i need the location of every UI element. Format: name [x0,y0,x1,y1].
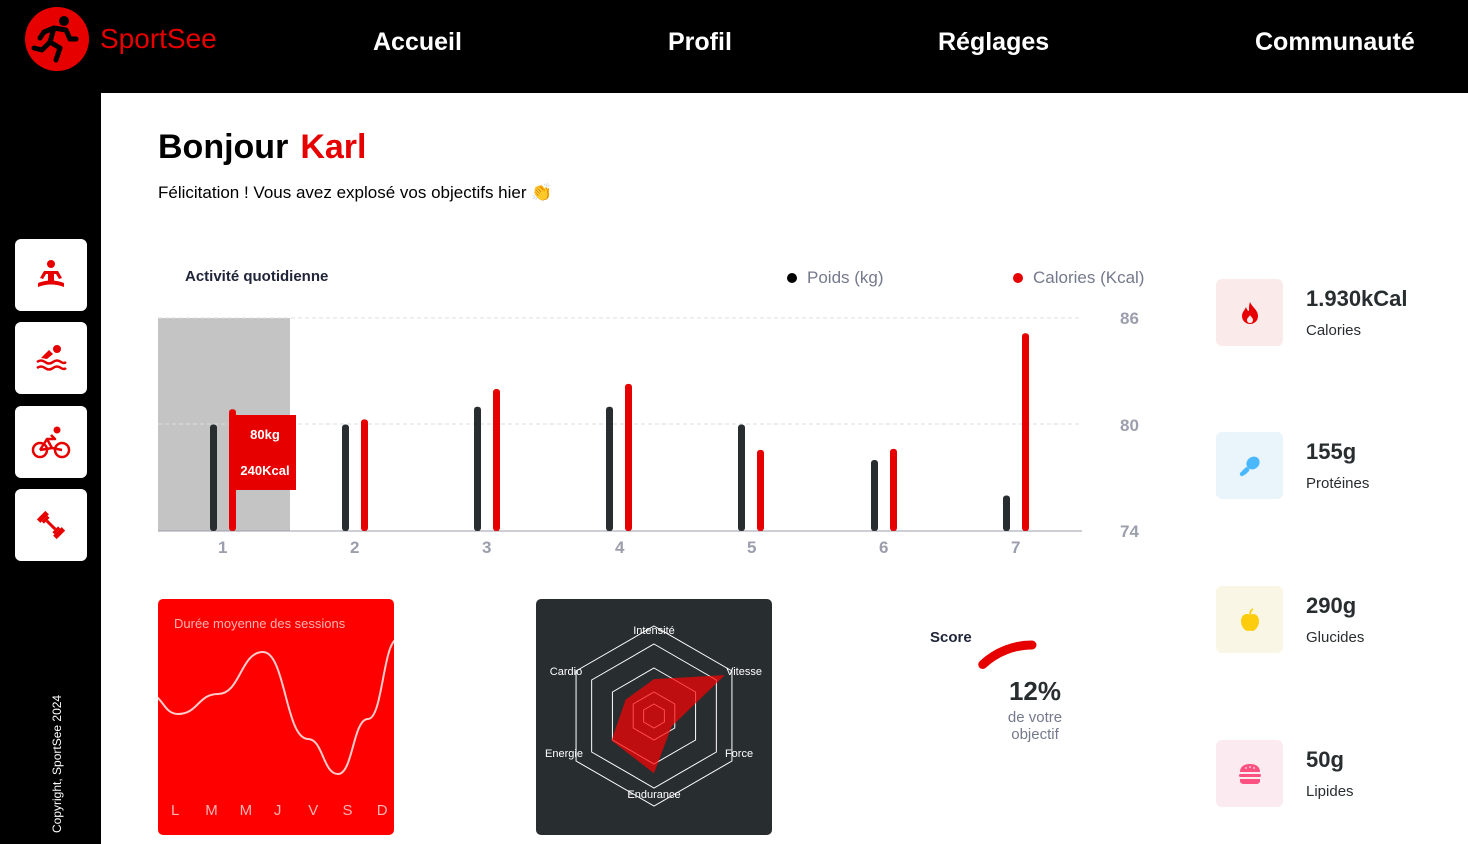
proteins-value: 155g [1306,439,1357,464]
stat-lipids: 50g Lipides [1216,740,1354,807]
sessions-day-label: M [205,802,218,819]
calories-bar [1022,333,1029,531]
radar-axis-label: Intensité [633,625,675,637]
radar-axis-label: Energie [545,748,583,760]
score-card: Score 12% de votre objectif [914,599,1150,835]
y-tick-label: 80 [1120,416,1139,435]
weight-bar [606,406,613,531]
sessions-day-label: V [308,802,319,819]
sessions-day-label: J [273,802,282,819]
weight-bar [1003,495,1010,531]
carbs-icon-box [1216,586,1283,653]
radar-axis-label: Cardio [550,666,582,678]
y-tick-label: 86 [1120,309,1139,328]
stat-carbs: 290g Glucides [1216,586,1364,653]
proteins-label: Protéines [1306,475,1370,492]
weight-bar [342,424,349,531]
x-tick-label: 3 [482,538,492,557]
calories-bar [625,383,632,531]
flame-icon [1241,301,1258,324]
x-tick-label: 4 [615,538,625,557]
proteins-icon-box [1216,432,1283,499]
weight-bar [474,406,481,531]
x-tick-label: 7 [1011,538,1021,557]
score-center: 12% de votre objectif [994,676,1076,743]
drumstick-icon [1239,456,1260,476]
tooltip-calories: 240Kcal [240,463,289,478]
sessions-line-chart [158,639,394,776]
weight-bar [871,460,878,531]
stat-calories: 1.930kCal Calories [1216,279,1408,346]
performance-radar-chart: Intensité Vitesse Force Endurance Energie Car… [545,625,762,807]
y-tick-label: 74 [1120,522,1139,541]
score-arc [978,640,1037,670]
x-tick-label: 2 [350,538,360,557]
calories-bar [229,409,236,531]
carbs-value: 290g [1306,593,1357,618]
sessions-day-labels: LMMJVSD [158,802,394,822]
calories-bar [493,389,500,531]
sessions-card: Durée moyenne des sessions LMMJVSD [158,599,394,835]
sessions-day-label: D [376,802,388,819]
lipids-icon-box [1216,740,1283,807]
stat-proteins: 155g Protéines [1216,432,1369,499]
radar-value-area [611,675,725,774]
calories-label: Calories [1306,322,1362,339]
tooltip-weight: 80kg [250,427,280,442]
burger-icon [1238,763,1261,784]
calories-icon-box [1216,279,1283,346]
x-tick-label: 1 [218,538,228,557]
weight-bar [210,424,217,531]
lipids-value: 50g [1306,747,1344,772]
score-value: 12% [1008,676,1062,706]
lipids-label: Lipides [1306,783,1354,800]
performance-card: Intensité Vitesse Force Endurance Energie Car… [536,599,772,835]
apple-icon [1240,607,1259,631]
score-caption-1: de votre [1007,709,1063,726]
sessions-day-label: M [239,802,253,819]
carbs-label: Glucides [1306,629,1365,646]
weight-bar [738,424,745,531]
radar-axis-label: Force [725,748,753,760]
x-tick-label: 5 [747,538,757,557]
calories-value: 1.930kCal [1306,286,1408,311]
x-tick-label: 6 [879,538,889,557]
sessions-line [158,639,394,776]
calories-bar [757,449,764,531]
sessions-day-label: S [342,802,353,819]
sessions-day-label: L [171,802,180,819]
score-caption-2: objectif [1011,726,1059,743]
radar-axis-label: Vitesse [726,666,762,678]
radar-axis-label: Endurance [627,789,680,801]
calories-bar [361,419,368,531]
calories-bar [890,448,897,531]
